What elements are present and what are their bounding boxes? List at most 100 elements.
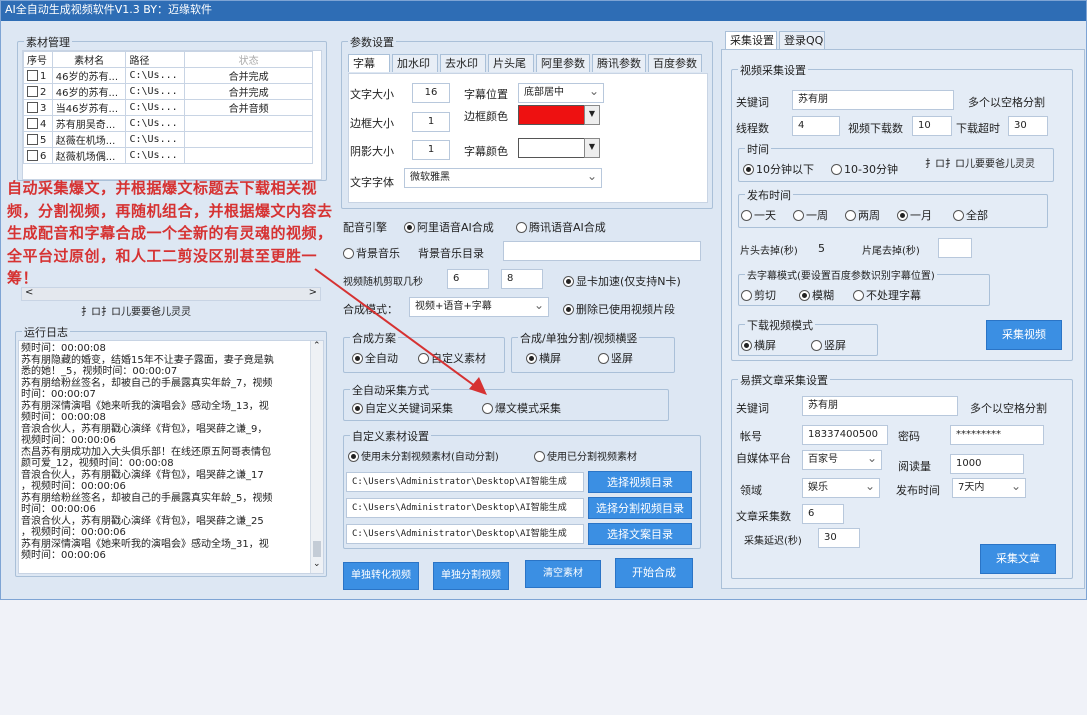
border-size-input[interactable]: 1 [412, 112, 450, 132]
use-split-radio[interactable]: 使用已分割视频素材 [534, 448, 637, 463]
split-video-button[interactable]: 单独分割视频 [433, 562, 509, 590]
choose-text-dir-button[interactable]: 选择文案目录 [588, 523, 692, 545]
radio-icon[interactable] [404, 222, 415, 233]
log-scroll-thumb[interactable] [313, 541, 321, 557]
row-checkbox[interactable] [27, 101, 38, 113]
font-family-select[interactable]: 微软雅黑 [404, 168, 602, 188]
shadow-size-input[interactable]: 1 [412, 140, 450, 160]
row-checkbox[interactable] [27, 69, 38, 81]
delete-used-checkbox[interactable]: 删除已使用视频片段 [563, 301, 675, 317]
collect-article-button[interactable]: 采集文章 [980, 544, 1056, 574]
radio-icon[interactable] [953, 210, 964, 221]
row-checkbox[interactable] [27, 117, 38, 129]
radio-icon[interactable] [348, 451, 359, 462]
dl-landscape-radio[interactable]: 横屏 [741, 337, 776, 353]
article-keyword-input[interactable]: 苏有朋 [802, 396, 958, 416]
radio-icon[interactable] [343, 248, 354, 259]
account-input[interactable]: 18337400500 [802, 425, 888, 445]
log-textarea[interactable]: 频时间：00:00:08 苏有朋隐藏的婚变，结婚15年不让妻子露面，妻子竟是孰 … [18, 340, 324, 574]
cut-max-input[interactable]: 8 [501, 269, 543, 289]
scroll-down-icon[interactable]: ⌄ [313, 559, 321, 569]
pubtime-select[interactable]: 7天内 [952, 478, 1026, 498]
radio-icon[interactable] [741, 340, 752, 351]
collect-video-button[interactable]: 采集视频 [986, 320, 1062, 350]
sub-blur-radio[interactable]: 模糊 [799, 287, 834, 303]
landscape-radio[interactable]: 横屏 [526, 350, 561, 366]
clear-material-button[interactable]: 清空素材 [525, 560, 601, 588]
choose-video-dir-button[interactable]: 选择视频目录 [588, 471, 692, 493]
tab-remove-watermark[interactable]: 去水印 [440, 54, 486, 72]
head-cut-input[interactable] [812, 238, 852, 258]
duration-10to30-radio[interactable]: 10-30分钟 [831, 161, 898, 177]
engine-ali-radio[interactable]: 阿里语音AI合成 [404, 219, 494, 235]
radio-icon[interactable] [516, 222, 527, 233]
border-color-dropdown-icon[interactable]: ▼ [584, 105, 600, 125]
pub-2week-radio[interactable]: 两周 [845, 207, 880, 223]
tab-baidu-params[interactable]: 百度参数 [648, 54, 702, 72]
check-icon[interactable] [563, 276, 574, 287]
threads-input[interactable]: 4 [792, 116, 840, 136]
tab-add-watermark[interactable]: 加水印 [392, 54, 438, 72]
radio-icon[interactable] [743, 164, 754, 175]
radio-icon[interactable] [534, 451, 545, 462]
radio-icon[interactable] [741, 210, 752, 221]
tail-cut-input[interactable] [938, 238, 972, 258]
timeout-input[interactable]: 30 [1008, 116, 1048, 136]
tab-ali-params[interactable]: 阿里参数 [536, 54, 590, 72]
check-icon[interactable] [563, 304, 574, 315]
choose-split-dir-button[interactable]: 选择分割视频目录 [588, 497, 692, 519]
sub-none-radio[interactable]: 不处理字幕 [853, 287, 921, 303]
convert-video-button[interactable]: 单独转化视频 [343, 562, 419, 590]
gpu-checkbox[interactable]: 显卡加速(仅支持N卡) [563, 273, 681, 289]
pub-1day-radio[interactable]: 一天 [741, 207, 776, 223]
row-checkbox[interactable] [27, 133, 38, 145]
bgm-dir-input[interactable] [503, 241, 701, 261]
radio-icon[interactable] [831, 164, 842, 175]
table-row[interactable]: 1 46岁的苏有... C:\Us... 合并完成 [23, 67, 313, 84]
dl-portrait-radio[interactable]: 竖屏 [811, 337, 846, 353]
sub-color-dropdown-icon[interactable]: ▼ [584, 138, 600, 158]
download-count-input[interactable]: 10 [912, 116, 952, 136]
reads-input[interactable]: 1000 [950, 454, 1024, 474]
radio-icon[interactable] [793, 210, 804, 221]
field-select[interactable]: 娱乐 [802, 478, 880, 498]
table-row[interactable]: 2 46岁的苏有... C:\Us... 合并完成 [23, 83, 313, 100]
keyword-input[interactable]: 苏有朋 [792, 90, 954, 110]
password-input[interactable]: ********* [950, 425, 1044, 445]
radio-icon[interactable] [845, 210, 856, 221]
video-dir-path[interactable]: C:\Users\Administrator\Desktop\AI智能生成 [346, 472, 584, 492]
duration-under10-radio[interactable]: 10分钟以下 [743, 161, 814, 177]
engine-tencent-radio[interactable]: 腾讯语音AI合成 [516, 219, 606, 235]
split-dir-path[interactable]: C:\Users\Administrator\Desktop\AI智能生成 [346, 498, 584, 518]
sub-cut-radio[interactable]: 剪切 [741, 287, 776, 303]
tab-tencent-params[interactable]: 腾讯参数 [592, 54, 646, 72]
radio-icon[interactable] [526, 353, 537, 364]
radio-icon[interactable] [811, 340, 822, 351]
text-dir-path[interactable]: C:\Users\Administrator\Desktop\AI智能生成 [346, 524, 584, 544]
radio-icon[interactable] [853, 290, 864, 301]
radio-icon[interactable] [352, 403, 363, 414]
tab-subtitle[interactable]: 字幕 [348, 54, 390, 72]
tab-collect-settings[interactable]: 采集设置 [725, 31, 777, 49]
bgm-radio[interactable]: 背景音乐 [343, 245, 400, 261]
start-compose-button[interactable]: 开始合成 [615, 558, 693, 588]
radio-icon[interactable] [741, 290, 752, 301]
sub-pos-select[interactable]: 底部居中 [518, 83, 604, 103]
portrait-radio[interactable]: 竖屏 [598, 350, 633, 366]
pub-1month-radio[interactable]: 一月 [897, 207, 932, 223]
pub-all-radio[interactable]: 全部 [953, 207, 988, 223]
article-count-input[interactable]: 6 [802, 504, 844, 524]
platform-select[interactable]: 百家号 [802, 450, 882, 470]
delay-input[interactable]: 30 [818, 528, 860, 548]
pub-1week-radio[interactable]: 一周 [793, 207, 828, 223]
radio-icon[interactable] [598, 353, 609, 364]
table-row[interactable]: 6 赵薇机场偶... C:\Us... [23, 147, 313, 164]
hot-mode-radio[interactable]: 爆文模式采集 [482, 400, 561, 416]
tab-intro-outro[interactable]: 片头尾 [488, 54, 534, 72]
radio-icon[interactable] [799, 290, 810, 301]
use-unsplit-radio[interactable]: 使用未分割视频素材(自动分割) [348, 448, 499, 463]
custom-keyword-radio[interactable]: 自定义关键词采集 [352, 400, 453, 416]
radio-icon[interactable] [482, 403, 493, 414]
tab-login-qq[interactable]: 登录QQ [779, 31, 825, 49]
radio-icon[interactable] [897, 210, 908, 221]
